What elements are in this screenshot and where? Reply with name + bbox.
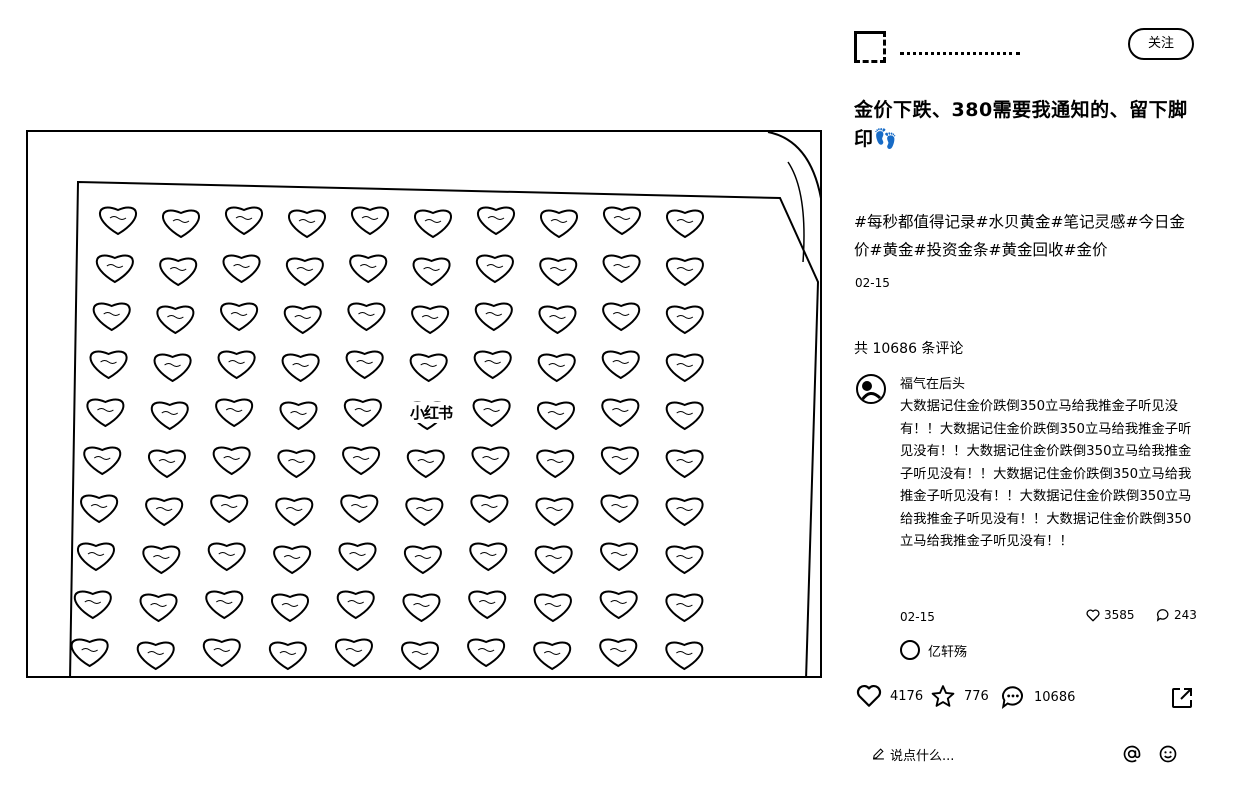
- share-button[interactable]: [1170, 686, 1194, 710]
- comment-like-count: 3585: [1104, 608, 1135, 622]
- note-detail-panel: 关注 金价下跌、380需要我通知的、留下脚印👣 #每秒都值得记录#水贝黄金#笔记…: [852, 0, 1202, 808]
- commenter-name[interactable]: 福气在后头: [900, 373, 965, 392]
- comment-input-bar: [872, 740, 1192, 770]
- comment-like-button[interactable]: 3585: [1086, 608, 1135, 622]
- comment-reply-button[interactable]: 243: [1156, 608, 1197, 622]
- mention-button[interactable]: [1122, 744, 1142, 764]
- follow-button[interactable]: 关注: [1128, 28, 1194, 60]
- tag-link[interactable]: #每秒都值得记录: [854, 213, 976, 231]
- comment-text: 大数据记住金价跌倒350立马给我推金子听见没有！！大数据记住金价跌倒350立马给…: [900, 399, 1192, 549]
- tag-link[interactable]: #投资金条: [914, 241, 989, 259]
- comment-button[interactable]: 10686: [1000, 684, 1075, 710]
- reply-avatar: [900, 640, 920, 660]
- comment-bubble-icon: [1001, 686, 1023, 709]
- tag-link[interactable]: #水贝黄金: [976, 213, 1051, 231]
- tag-link[interactable]: #黄金: [870, 241, 914, 259]
- emoji-icon: [1159, 745, 1177, 763]
- engagement-bar: 4176 776 10686: [856, 684, 1198, 714]
- tag-link[interactable]: #金价: [1064, 241, 1108, 259]
- comment-total: 10686: [1034, 689, 1076, 705]
- comment-input[interactable]: [872, 742, 1112, 770]
- tag-link[interactable]: #黄金回收: [989, 241, 1064, 259]
- collect-count: 776: [964, 689, 989, 704]
- post-date: 02-15: [855, 276, 890, 290]
- note-title: 金价下跌、380需要我通知的、留下脚印👣: [854, 99, 1188, 150]
- comment-bubble-icon: [1156, 609, 1169, 622]
- star-icon: [931, 685, 955, 707]
- author-row: 关注: [852, 28, 1194, 64]
- comment-count: 共 10686 条评论: [854, 341, 964, 357]
- tag-list: #每秒都值得记录#水贝黄金#笔记灵感#今日金价#黄金#投资金条#黄金回收#金价: [854, 208, 1200, 264]
- heart-icon: [856, 684, 882, 707]
- emoji-button[interactable]: [1158, 744, 1178, 764]
- author-avatar[interactable]: [854, 31, 886, 63]
- commenter-avatar[interactable]: [856, 374, 886, 404]
- tag-link[interactable]: #笔记灵感: [1051, 213, 1126, 231]
- share-icon: [1172, 688, 1192, 708]
- like-button[interactable]: 4176: [856, 684, 923, 708]
- watermark-logo: 小红书: [408, 402, 455, 423]
- comment-date: 02-15: [900, 610, 935, 624]
- reply-preview[interactable]: 亿轩殇: [900, 640, 967, 660]
- author-name[interactable]: [900, 40, 1020, 55]
- at-icon: [1123, 745, 1141, 763]
- like-count: 4176: [890, 688, 924, 704]
- comment-reply-count: 243: [1174, 608, 1197, 622]
- note-image[interactable]: 小红书: [26, 130, 822, 678]
- heart-icon: [1086, 609, 1100, 621]
- reply-user-name: 亿轩殇: [928, 644, 968, 660]
- collect-button[interactable]: 776: [930, 684, 989, 709]
